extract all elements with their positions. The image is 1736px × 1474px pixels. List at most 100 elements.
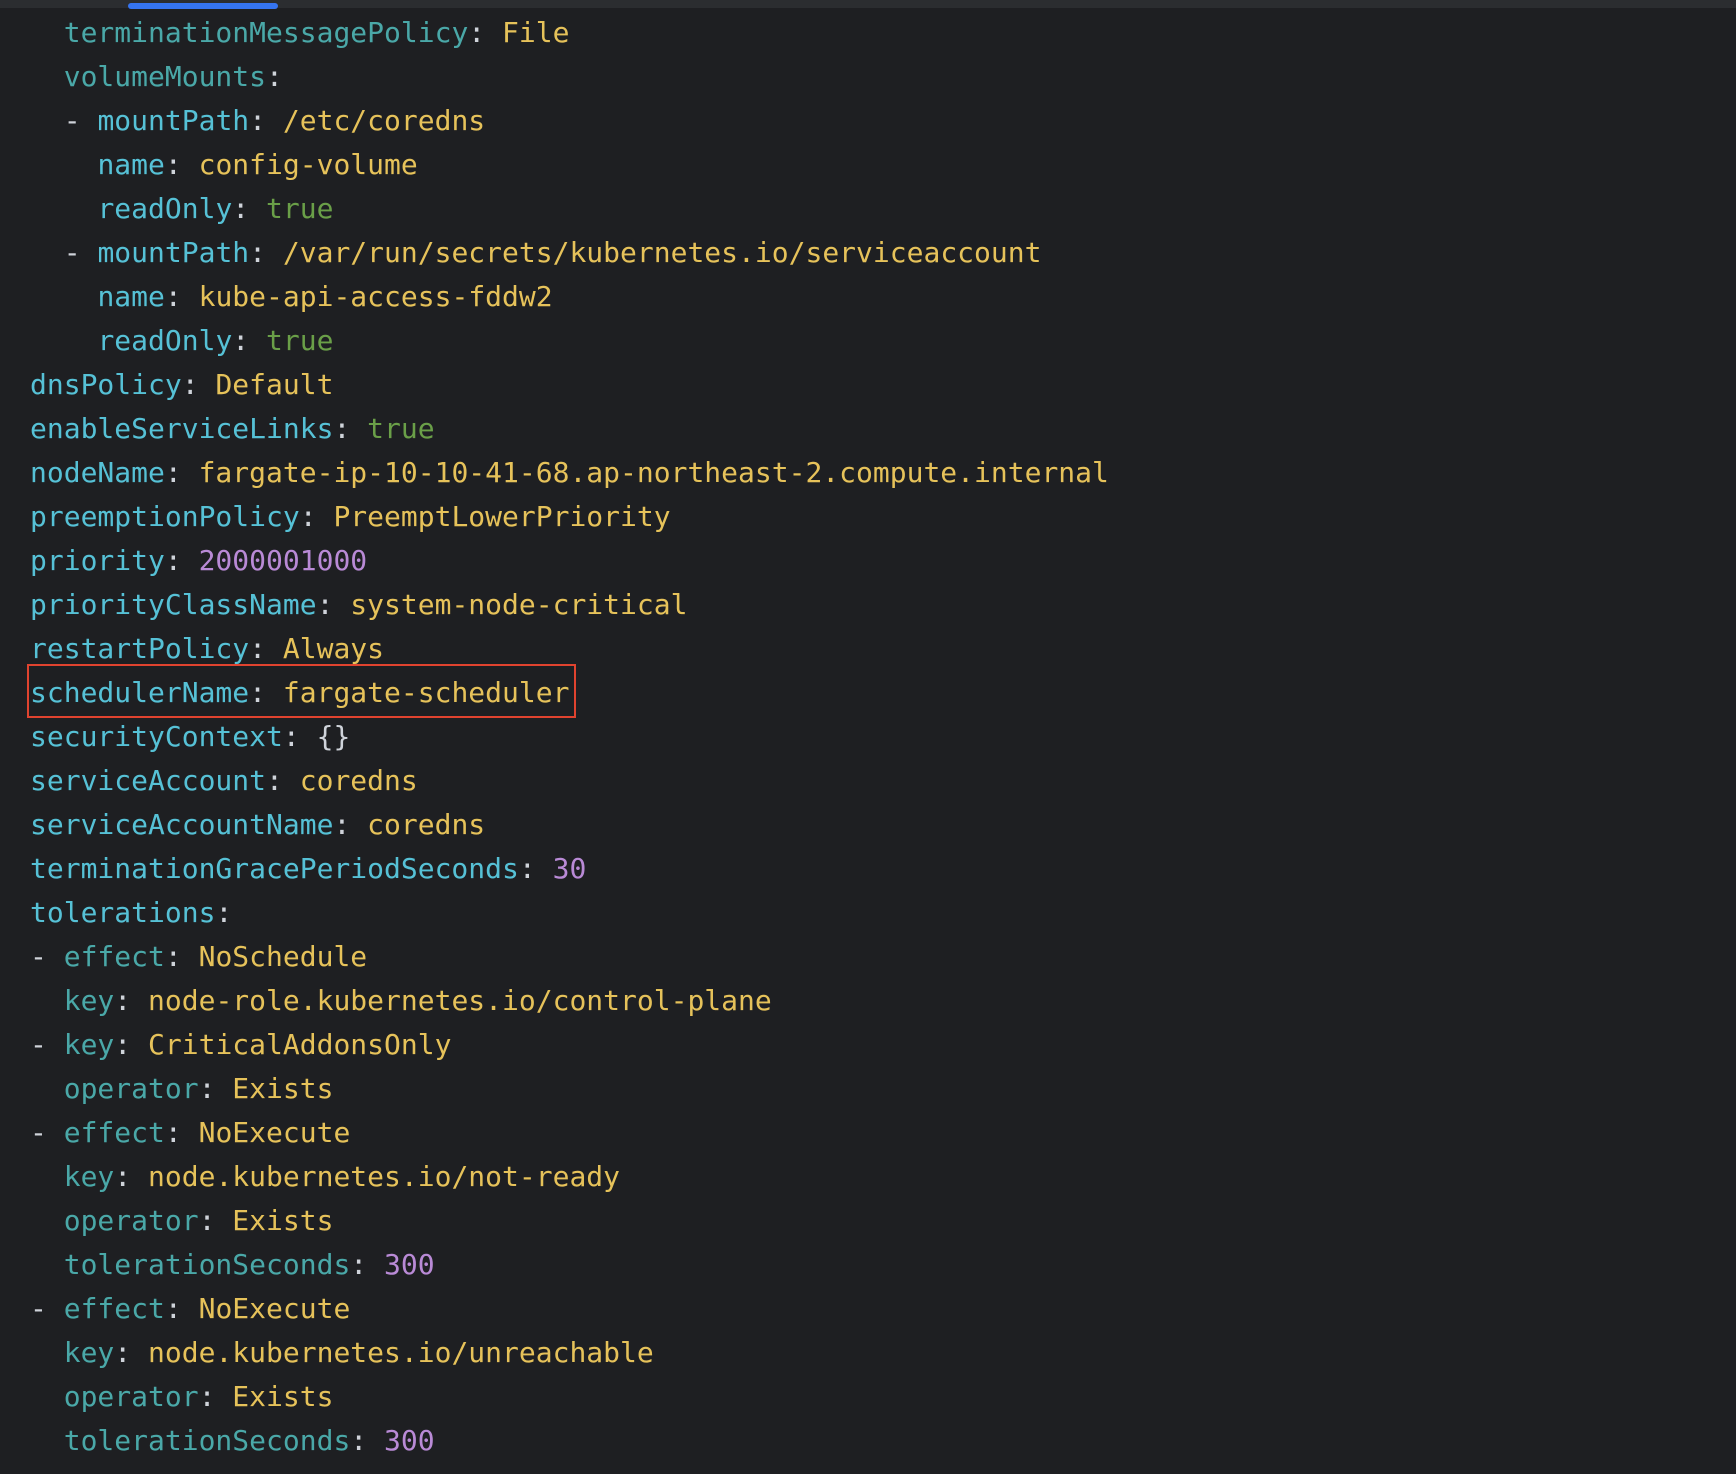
yaml-key: key: [63, 1336, 115, 1369]
yaml-value: /etc/coredns: [282, 104, 486, 137]
code-line[interactable]: terminationMessagePolicy: File: [30, 11, 1109, 55]
yaml-key: securityContext: [30, 720, 283, 753]
yaml-value: CriticalAddonsOnly: [148, 1028, 452, 1061]
code-line[interactable]: operator: Exists: [30, 1199, 1109, 1243]
code-line[interactable]: serviceAccount: coredns: [30, 759, 1109, 803]
code-line[interactable]: serviceAccountName: coredns: [30, 803, 1109, 847]
yaml-key: key: [63, 1028, 115, 1061]
yaml-colon: :: [164, 940, 199, 973]
yaml-key: mountPath: [97, 236, 250, 269]
yaml-key: readOnly: [97, 324, 233, 357]
yaml-colon: :: [350, 1248, 385, 1281]
code-line[interactable]: terminationGracePeriodSeconds: 30: [30, 847, 1109, 891]
yaml-value: config-volume: [198, 148, 418, 181]
code-line[interactable]: securityContext: {}: [30, 715, 1109, 759]
code-line[interactable]: priority: 2000001000: [30, 539, 1109, 583]
yaml-key: name: [97, 148, 165, 181]
code-line[interactable]: enableServiceLinks: true: [30, 407, 1109, 451]
yaml-colon: :: [282, 720, 317, 753]
code-line[interactable]: preemptionPolicy: PreemptLowerPriority: [30, 495, 1109, 539]
code-line[interactable]: tolerationSeconds: 300: [30, 1243, 1109, 1287]
yaml-value: NoExecute: [198, 1116, 351, 1149]
yaml-colon: :: [249, 236, 283, 269]
yaml-colon: :: [164, 1116, 199, 1149]
code-line[interactable]: - effect: NoExecute: [30, 1287, 1109, 1331]
code-line[interactable]: - mountPath: /etc/coredns: [30, 99, 1109, 143]
list-dash: -: [30, 1028, 64, 1061]
yaml-key: tolerationSeconds: [63, 1248, 351, 1281]
yaml-value: NoSchedule: [198, 940, 368, 973]
yaml-colon: :: [164, 148, 199, 181]
code-line[interactable]: - effect: NoExecute: [30, 1111, 1109, 1155]
code-line[interactable]: readOnly: true: [30, 319, 1109, 363]
yaml-colon: :: [181, 368, 216, 401]
yaml-value: Default: [215, 368, 334, 401]
yaml-key: nodeName: [30, 456, 165, 489]
code-line[interactable]: dnsPolicy: Default: [30, 363, 1109, 407]
yaml-colon: :: [198, 1204, 233, 1237]
yaml-colon: :: [198, 1072, 233, 1105]
yaml-colon: :: [266, 60, 283, 93]
yaml-value: true: [266, 324, 334, 357]
yaml-value: 300: [384, 1248, 435, 1281]
code-line[interactable]: priorityClassName: system-node-critical: [30, 583, 1109, 627]
yaml-code-view[interactable]: terminationMessagePolicy: File volumeMou…: [30, 11, 1109, 1463]
yaml-key: key: [63, 1160, 115, 1193]
code-line[interactable]: key: node-role.kubernetes.io/control-pla…: [30, 979, 1109, 1023]
code-line[interactable]: name: config-volume: [30, 143, 1109, 187]
list-dash: -: [30, 1116, 64, 1149]
list-dash: -: [63, 104, 98, 137]
code-line[interactable]: - effect: NoSchedule: [30, 935, 1109, 979]
yaml-value: node-role.kubernetes.io/control-plane: [148, 984, 772, 1017]
yaml-value: 30: [552, 852, 587, 885]
code-line[interactable]: volumeMounts:: [30, 55, 1109, 99]
yaml-key: serviceAccount: [30, 764, 267, 797]
yaml-value: NoExecute: [198, 1292, 351, 1325]
yaml-key: restartPolicy: [30, 632, 250, 665]
code-editor[interactable]: terminationMessagePolicy: File volumeMou…: [0, 0, 1736, 1474]
list-dash: -: [30, 1292, 64, 1325]
yaml-value: node.kubernetes.io/unreachable: [148, 1336, 654, 1369]
yaml-value: 300: [384, 1424, 435, 1457]
yaml-colon: :: [114, 1028, 149, 1061]
yaml-key: readOnly: [97, 192, 233, 225]
yaml-value: File: [502, 16, 570, 49]
yaml-key: operator: [63, 1380, 199, 1413]
yaml-colon: :: [114, 1160, 149, 1193]
code-line[interactable]: name: kube-api-access-fddw2: [30, 275, 1109, 319]
code-line[interactable]: nodeName: fargate-ip-10-10-41-68.ap-nort…: [30, 451, 1109, 495]
yaml-value: /var/run/secrets/kubernetes.io/serviceac…: [282, 236, 1042, 269]
yaml-key: effect: [63, 1292, 165, 1325]
yaml-value: true: [266, 192, 334, 225]
yaml-colon: :: [114, 1336, 149, 1369]
code-line[interactable]: operator: Exists: [30, 1375, 1109, 1419]
yaml-colon: :: [316, 588, 351, 621]
yaml-key: priorityClassName: [30, 588, 317, 621]
code-line[interactable]: readOnly: true: [30, 187, 1109, 231]
code-line[interactable]: key: node.kubernetes.io/not-ready: [30, 1155, 1109, 1199]
yaml-colon: :: [164, 456, 199, 489]
code-line[interactable]: - key: CriticalAddonsOnly: [30, 1023, 1109, 1067]
yaml-key: priority: [30, 544, 165, 577]
yaml-key: mountPath: [97, 104, 250, 137]
list-dash: -: [30, 940, 64, 973]
yaml-colon: :: [299, 500, 334, 533]
code-line[interactable]: operator: Exists: [30, 1067, 1109, 1111]
yaml-key: key: [63, 984, 115, 1017]
code-line[interactable]: - mountPath: /var/run/secrets/kubernetes…: [30, 231, 1109, 275]
code-line[interactable]: key: node.kubernetes.io/unreachable: [30, 1331, 1109, 1375]
yaml-colon: :: [468, 16, 503, 49]
code-line[interactable]: tolerations:: [30, 891, 1109, 935]
code-line[interactable]: tolerationSeconds: 300: [30, 1419, 1109, 1463]
horizontal-scroll-thumb[interactable]: [128, 3, 278, 9]
